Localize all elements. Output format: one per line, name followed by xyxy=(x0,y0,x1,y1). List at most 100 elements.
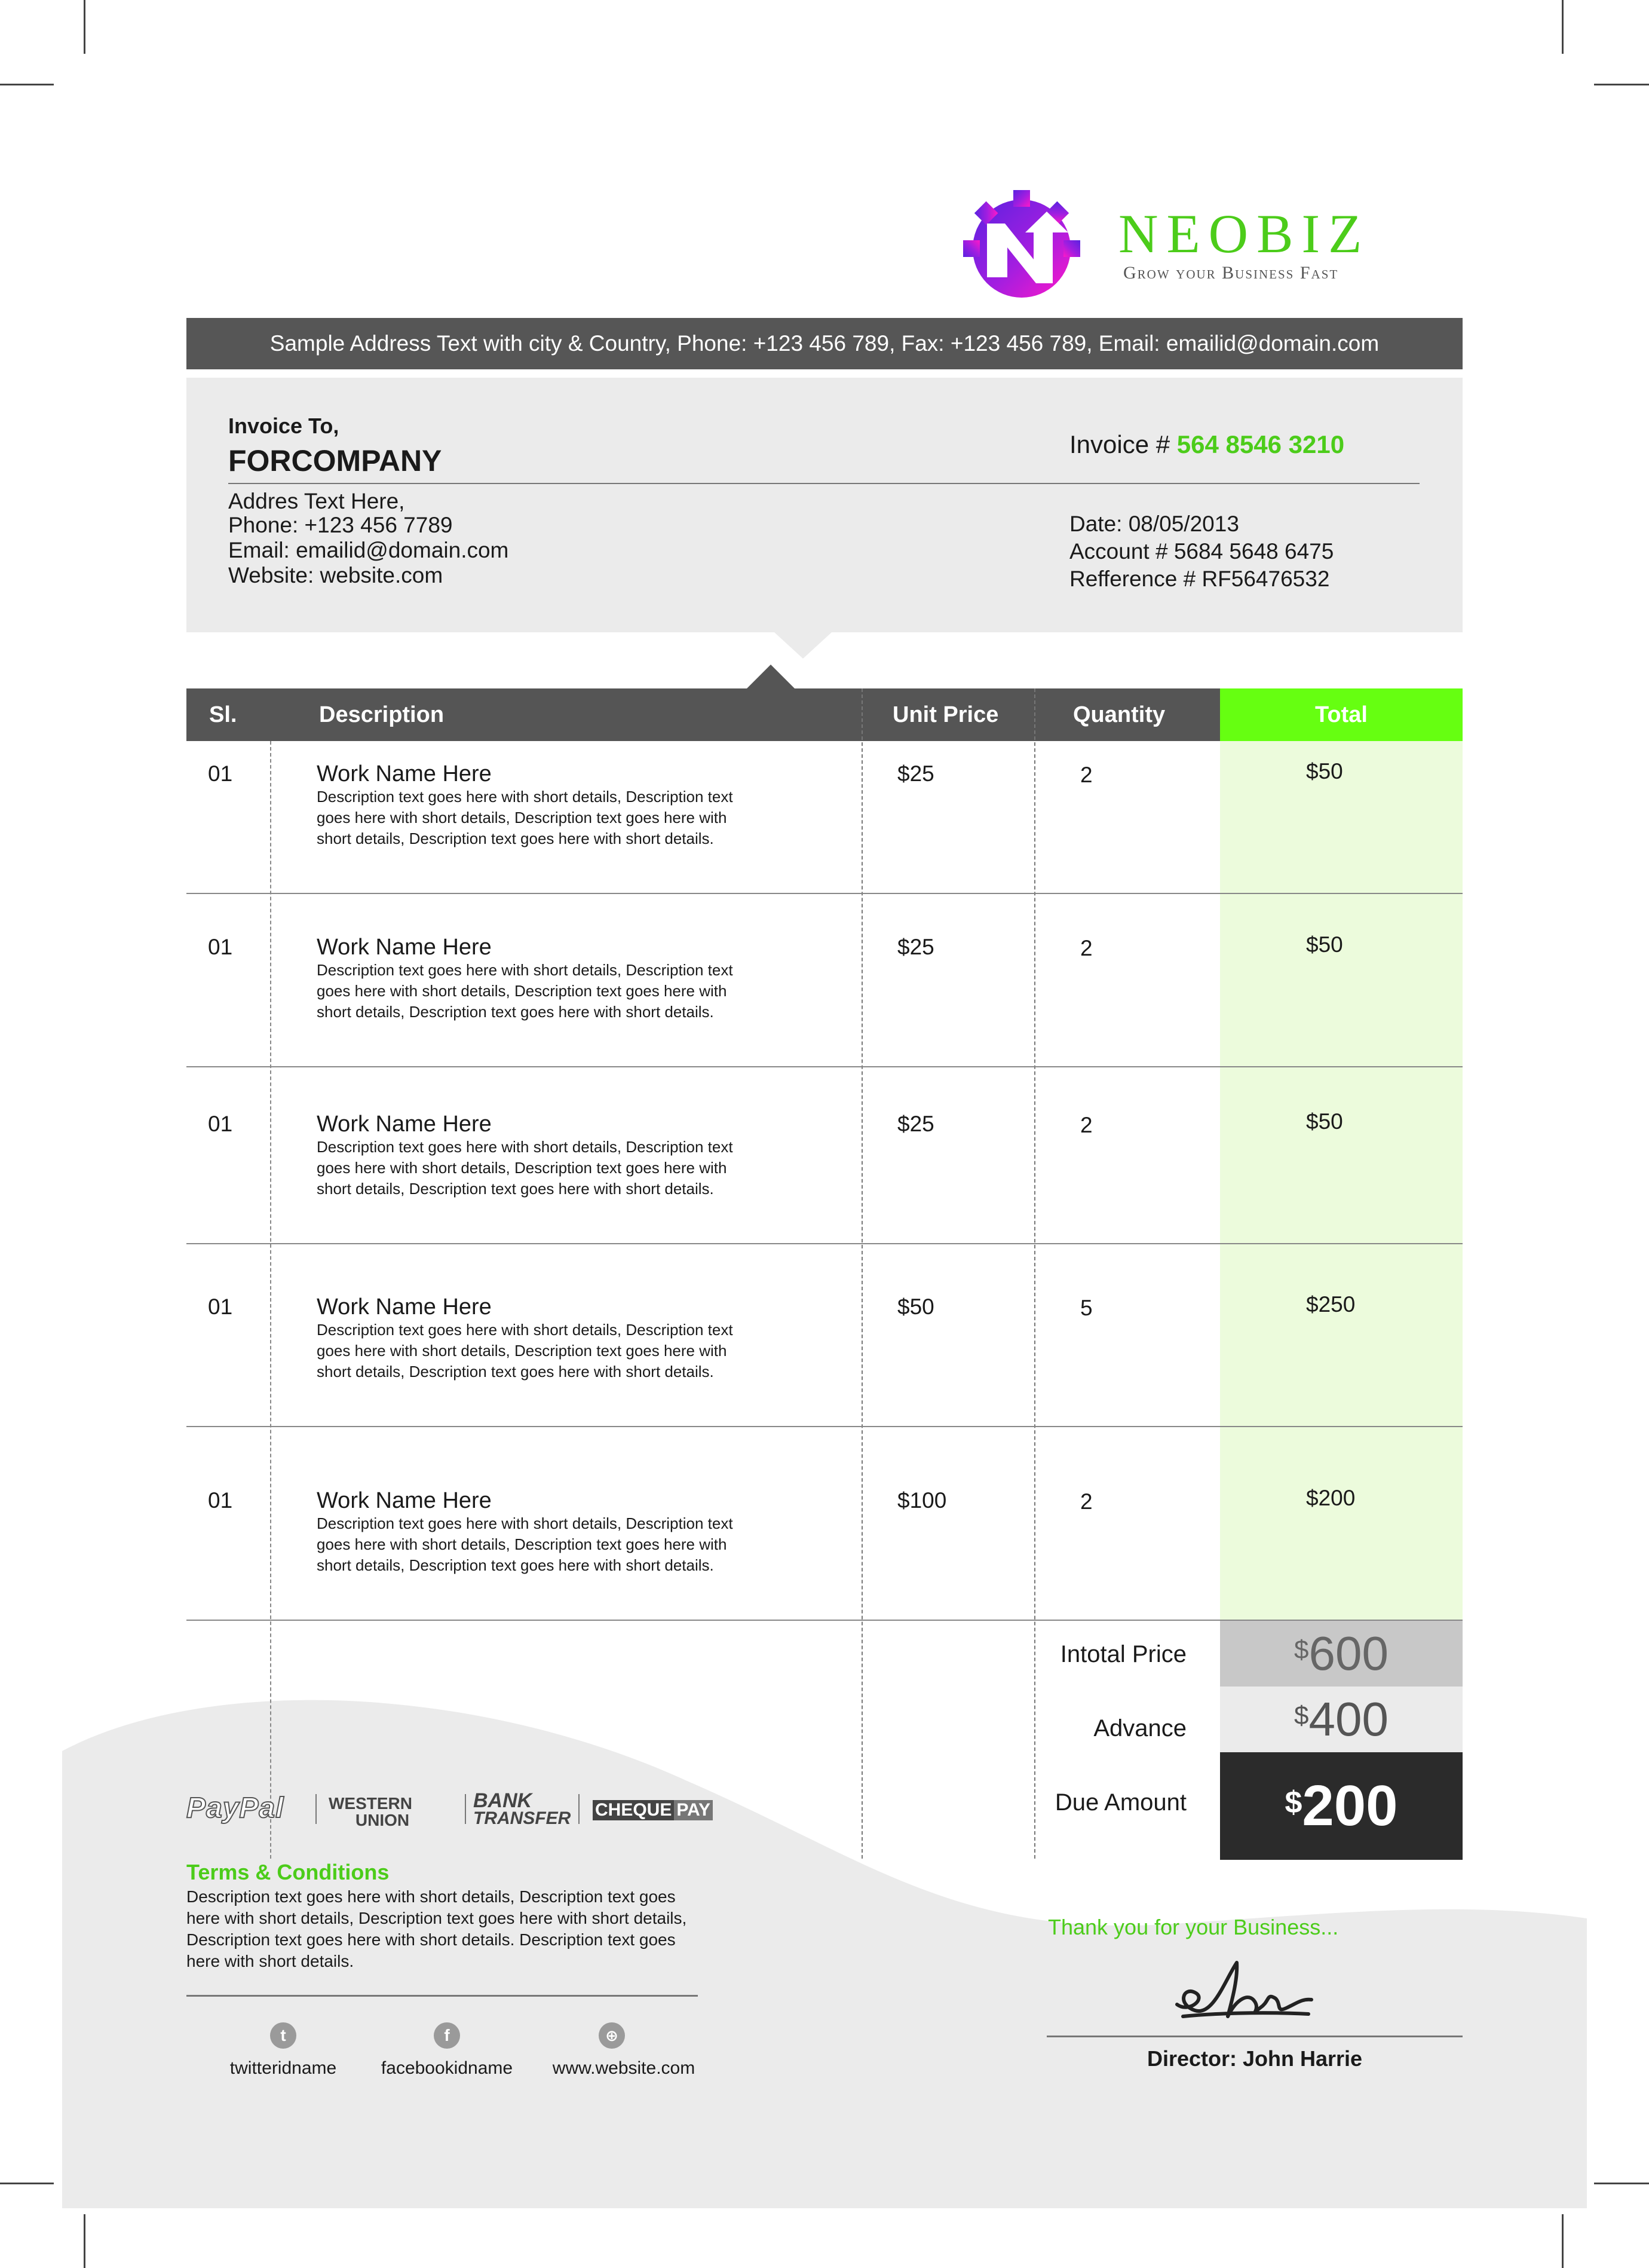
bank-transfer-line2: TRANSFER xyxy=(473,1808,571,1828)
invoice-number-label: Invoice # xyxy=(1069,430,1170,458)
row-total: $250 xyxy=(1306,1292,1356,1317)
crop-mark xyxy=(1594,84,1649,85)
terms-line: Description text goes here with short de… xyxy=(186,1930,676,1949)
bank-transfer-line1: BANK xyxy=(473,1789,532,1812)
row-quantity: 2 xyxy=(1080,1489,1093,1514)
invoice-number: Invoice # 564 8546 3210 xyxy=(1069,430,1344,459)
header-total: Total xyxy=(1315,702,1368,727)
bank-transfer-logo: BANK TRANSFER xyxy=(473,1789,571,1828)
column-separator xyxy=(270,741,271,1859)
intotal-price-value: 600 xyxy=(1308,1627,1389,1680)
row-unit-price: $50 xyxy=(897,1294,934,1319)
row-description-line: short details, Description text goes her… xyxy=(317,830,714,847)
globe-icon[interactable]: ⊕ xyxy=(599,2022,625,2049)
row-description-line: short details, Description text goes her… xyxy=(317,1180,714,1198)
thank-you-text: Thank you for your Business... xyxy=(1048,1915,1339,1939)
due-amount-label: Due Amount xyxy=(1055,1789,1187,1816)
logo-separator xyxy=(315,1794,317,1824)
row-description-line: Description text goes here with short de… xyxy=(317,961,733,979)
cheque-pay-logo: CHEQUE PAY xyxy=(593,1800,713,1820)
client-company-name: FORCOMPANY xyxy=(228,444,442,478)
logo-separator xyxy=(578,1794,580,1824)
crop-mark xyxy=(84,0,85,54)
header-sl: Sl. xyxy=(209,702,237,727)
advance-value: 400 xyxy=(1308,1692,1389,1746)
row-work-name: Work Name Here xyxy=(317,1112,492,1137)
advance-box: $400 xyxy=(1220,1687,1463,1752)
header-unit-price: Unit Price xyxy=(893,702,999,727)
crop-mark xyxy=(0,84,54,85)
intotal-price-box: $600 xyxy=(1220,1621,1463,1687)
row-unit-price: $25 xyxy=(897,1112,934,1136)
row-unit-price: $25 xyxy=(897,935,934,959)
row-description-line: goes here with short details, Descriptio… xyxy=(317,809,727,827)
terms-line: here with short details. xyxy=(186,1952,354,1970)
row-divider xyxy=(186,893,1463,894)
row-sl: 01 xyxy=(208,761,233,786)
signatory-name: Director: John Harrie xyxy=(1147,2046,1363,2071)
column-separator xyxy=(1034,688,1035,1859)
row-unit-price: $25 xyxy=(897,761,934,786)
intotal-price-label: Intotal Price xyxy=(1060,1641,1187,1667)
row-description-line: goes here with short details, Descriptio… xyxy=(317,1535,727,1553)
column-separator xyxy=(862,688,863,1859)
facebook-handle[interactable]: facebookidname xyxy=(351,2058,542,2079)
row-description-line: goes here with short details, Descriptio… xyxy=(317,1342,727,1360)
row-divider xyxy=(186,1066,1463,1067)
twitter-icon[interactable]: t xyxy=(270,2022,296,2049)
row-sl: 01 xyxy=(208,935,233,959)
row-sl: 01 xyxy=(208,1294,233,1319)
logo-separator xyxy=(465,1794,466,1824)
row-work-name: Work Name Here xyxy=(317,935,492,960)
row-description-line: Description text goes here with short de… xyxy=(317,788,733,806)
invoice-to-heading: Invoice To, xyxy=(228,414,339,438)
twitter-handle[interactable]: twitteridname xyxy=(188,2058,379,2079)
header-quantity: Quantity xyxy=(1073,702,1166,727)
panel-pointer xyxy=(774,632,832,659)
advance-label: Advance xyxy=(1093,1715,1187,1741)
paypal-logo: PayPal xyxy=(186,1792,284,1825)
cheque-pay-part2: PAY xyxy=(674,1800,713,1820)
header-pointer xyxy=(746,665,796,690)
row-quantity: 2 xyxy=(1080,936,1093,960)
due-amount-box: $200 xyxy=(1220,1752,1463,1860)
advance-currency: $ xyxy=(1294,1701,1309,1730)
terms-line: here with short details, Description tex… xyxy=(186,1909,687,1927)
row-sl: 01 xyxy=(208,1488,233,1513)
row-total: $50 xyxy=(1306,1109,1343,1134)
row-total: $50 xyxy=(1306,932,1343,957)
row-work-name: Work Name Here xyxy=(317,1488,492,1513)
western-union-line2: UNION xyxy=(355,1811,410,1829)
row-work-name: Work Name Here xyxy=(317,761,492,786)
brand-name: NEOBIZ xyxy=(1118,203,1371,264)
row-description-line: short details, Description text goes her… xyxy=(317,1003,714,1021)
terms-line: Description text goes here with short de… xyxy=(186,1887,676,1906)
row-quantity: 2 xyxy=(1080,763,1093,787)
row-total: $50 xyxy=(1306,759,1343,783)
terms-divider xyxy=(186,1995,698,1997)
row-quantity: 2 xyxy=(1080,1113,1093,1137)
terms-title: Terms & Conditions xyxy=(186,1860,390,1884)
facebook-icon[interactable]: f xyxy=(434,2022,460,2049)
due-amount-value: 200 xyxy=(1302,1774,1398,1838)
info-divider xyxy=(228,483,1420,484)
row-description-line: short details, Description text goes her… xyxy=(317,1363,714,1381)
row-quantity: 5 xyxy=(1080,1296,1093,1320)
header-description: Description xyxy=(319,702,445,727)
crop-mark xyxy=(1562,2214,1564,2268)
crop-mark xyxy=(84,2214,85,2268)
invoice-account: Account # 5684 5648 6475 xyxy=(1069,539,1334,564)
director-signature xyxy=(1175,1961,1313,2018)
due-currency: $ xyxy=(1285,1785,1302,1820)
row-divider xyxy=(186,1426,1463,1427)
row-unit-price: $100 xyxy=(897,1488,947,1513)
signature-line xyxy=(1047,2036,1463,2037)
crop-mark xyxy=(1562,0,1564,54)
invoice-number-value: 564 8546 3210 xyxy=(1176,430,1345,458)
row-description-line: short details, Description text goes her… xyxy=(317,1556,714,1574)
website-link[interactable]: www.website.com xyxy=(528,2058,719,2079)
row-description-line: goes here with short details, Descriptio… xyxy=(317,982,727,1000)
row-sl: 01 xyxy=(208,1112,233,1136)
brand-tagline: Grow your Business Fast xyxy=(1123,263,1339,283)
intotal-currency: $ xyxy=(1294,1635,1309,1664)
